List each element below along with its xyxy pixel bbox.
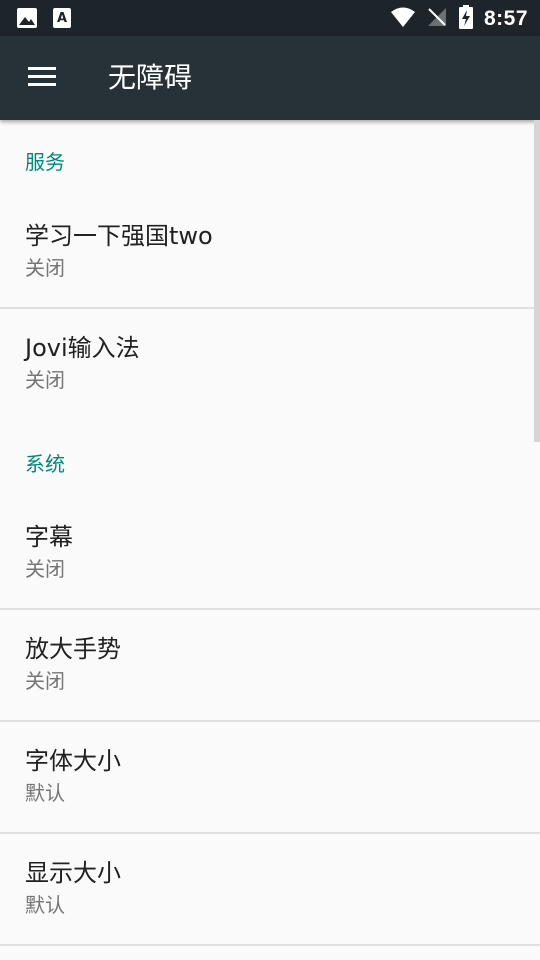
preferences-list: 服务 学习一下强国two 关闭 Jovi输入法 关闭 系统 字幕 关闭 放大手势… <box>0 120 540 960</box>
pref-item-summary: 关闭 <box>25 256 65 280</box>
divider <box>0 944 540 946</box>
pref-item-summary: 关闭 <box>25 557 65 581</box>
pref-item-xuexi[interactable]: 学习一下强国two 关闭 <box>0 196 540 308</box>
pref-item-jovi-ime[interactable]: Jovi输入法 关闭 <box>0 308 540 420</box>
pref-item-summary: 默认 <box>25 781 65 805</box>
pref-item-title: 显示大小 <box>25 859 121 887</box>
pref-item-title: 字体大小 <box>25 747 121 775</box>
image-icon <box>16 7 38 33</box>
wifi-icon <box>390 6 416 32</box>
pref-item-title: 字幕 <box>25 523 73 551</box>
category-header-services: 服务 <box>25 150 65 174</box>
battery-charging-icon <box>458 5 474 33</box>
text-a-icon: A <box>52 7 72 33</box>
pref-item-display-size[interactable]: 显示大小 默认 <box>0 833 540 945</box>
menu-button[interactable] <box>14 52 70 104</box>
pref-item-title: 学习一下强国two <box>25 222 213 250</box>
pref-item-magnification[interactable]: 放大手势 关闭 <box>0 609 540 721</box>
status-bar: A 8:57 <box>0 0 540 36</box>
pref-item-font-size[interactable]: 字体大小 默认 <box>0 721 540 833</box>
pref-item-title: 放大手势 <box>25 635 121 663</box>
app-toolbar: 无障碍 <box>0 36 540 120</box>
scrollbar[interactable] <box>534 120 540 442</box>
status-bar-system-icons: 8:57 <box>390 5 528 33</box>
pref-item-title: Jovi输入法 <box>25 334 140 362</box>
pref-item-summary: 默认 <box>25 893 65 917</box>
status-time: 8:57 <box>483 7 528 30</box>
category-header-system: 系统 <box>25 452 65 476</box>
no-signal-icon <box>426 6 448 32</box>
menu-icon <box>27 65 57 91</box>
status-bar-notifications: A <box>16 7 72 33</box>
pref-item-summary: 关闭 <box>25 368 65 392</box>
page-title: 无障碍 <box>108 61 193 94</box>
pref-item-captions[interactable]: 字幕 关闭 <box>0 497 540 609</box>
pref-item-summary: 关闭 <box>25 669 65 693</box>
svg-text:A: A <box>57 11 67 26</box>
